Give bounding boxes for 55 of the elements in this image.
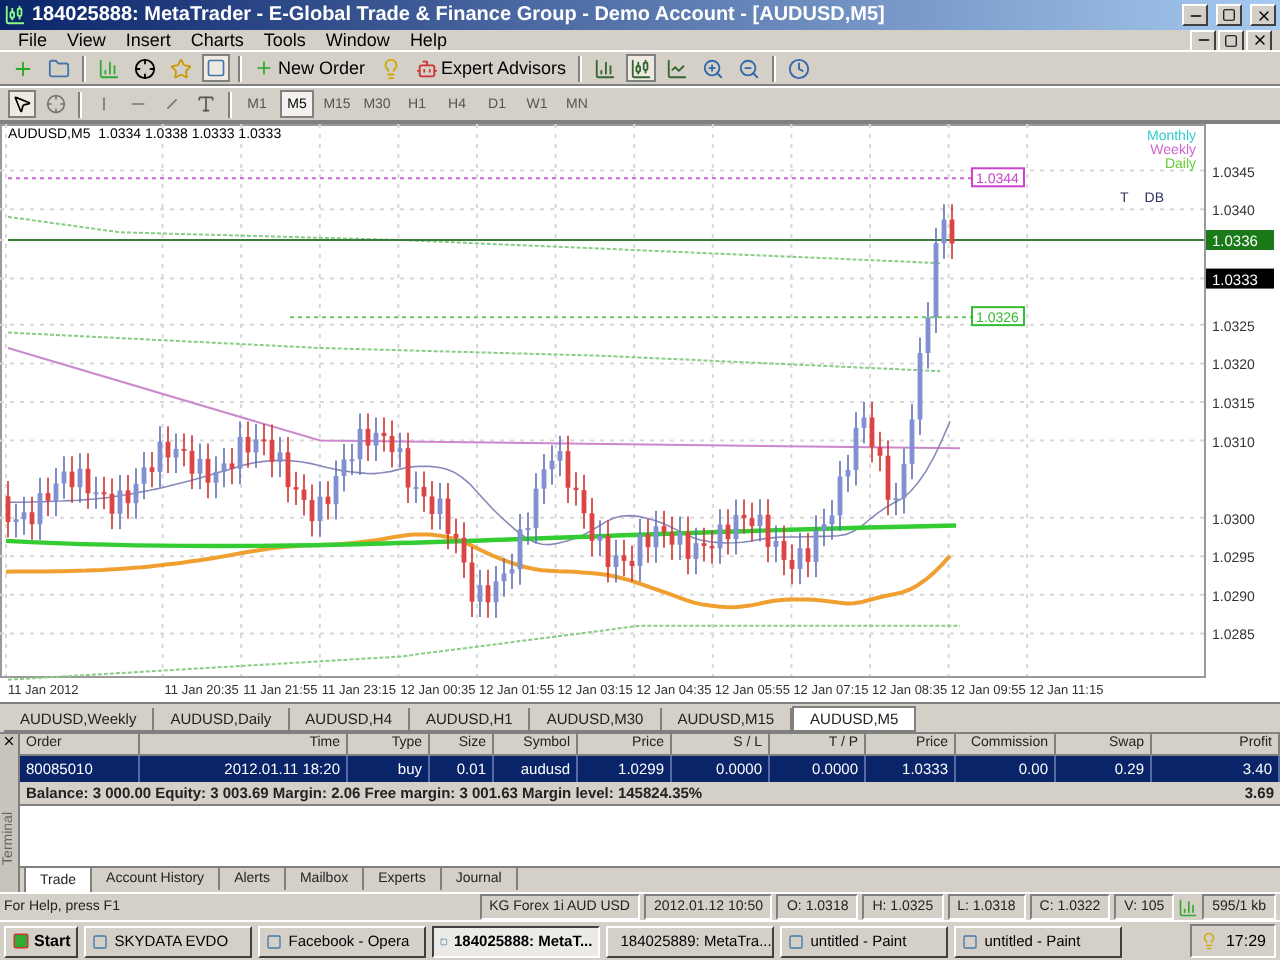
start-button[interactable]: Start: [4, 925, 79, 957]
zoom-out-icon: [738, 57, 761, 79]
lightbulb-icon: [379, 57, 402, 79]
star-icon: [170, 57, 192, 79]
restore-button[interactable]: [1218, 29, 1244, 51]
crosshair-icon: [46, 94, 66, 114]
clock-icon: [788, 57, 811, 79]
plus-icon: [254, 58, 274, 78]
menu-item[interactable]: Help: [399, 30, 457, 50]
line-chart-icon: [666, 57, 689, 79]
app-icon: [788, 933, 805, 949]
maximize-button[interactable]: [1216, 4, 1242, 26]
close-button[interactable]: [1246, 29, 1272, 51]
bar-chart-icon: [98, 57, 120, 79]
maximize-icon: [1222, 8, 1236, 22]
app-icon: [266, 933, 283, 949]
terminal-button[interactable]: [202, 54, 230, 82]
bar-chart-icon: [594, 57, 617, 79]
minimize-button[interactable]: [1182, 4, 1208, 26]
crosshair-icon: [134, 57, 156, 79]
menu-item[interactable]: File: [8, 30, 58, 50]
window-title: 184025888: MetaTrader - E-Global Trade & Finance Group - Demo Account - [AUDUSD,M5]: [32, 4, 887, 26]
app-icon: [962, 933, 979, 949]
tray-icon: [1199, 932, 1218, 950]
clock-button[interactable]: [784, 54, 815, 82]
close-icon: [1251, 32, 1267, 48]
app-icon: [4, 4, 26, 26]
menu-item[interactable]: Window: [315, 30, 400, 50]
zoom-in-icon: [702, 57, 725, 79]
minimize-button[interactable]: [1190, 29, 1216, 51]
candlestick-icon: [630, 57, 653, 79]
navigator-button[interactable]: [130, 54, 160, 82]
restore-icon: [1224, 33, 1238, 47]
menu-item[interactable]: View: [57, 30, 116, 50]
close-icon: [2, 734, 16, 748]
close-icon: [1255, 7, 1271, 23]
expert-advisors-button[interactable]: Expert Advisors: [411, 54, 571, 82]
app-icon: [440, 933, 449, 949]
signal-icon: [1178, 897, 1199, 917]
menu-item[interactable]: Insert: [115, 30, 181, 50]
menu-item[interactable]: Tools: [253, 30, 316, 50]
folder-icon: [48, 57, 70, 79]
window-icon: [206, 58, 226, 78]
menu-item[interactable]: Charts: [180, 30, 254, 50]
cursor-button[interactable]: [8, 90, 36, 118]
app-icon: [92, 933, 109, 949]
robot-icon: [415, 57, 438, 79]
close-button[interactable]: [1250, 4, 1276, 26]
new-order-button[interactable]: New Order: [250, 54, 370, 82]
plus-icon: [12, 57, 34, 79]
windows-logo-icon: [12, 932, 30, 950]
text-icon: [196, 94, 216, 114]
cursor-icon: [12, 94, 32, 114]
clock: 17:29: [1225, 932, 1266, 950]
candlestick-button[interactable]: [626, 54, 657, 82]
